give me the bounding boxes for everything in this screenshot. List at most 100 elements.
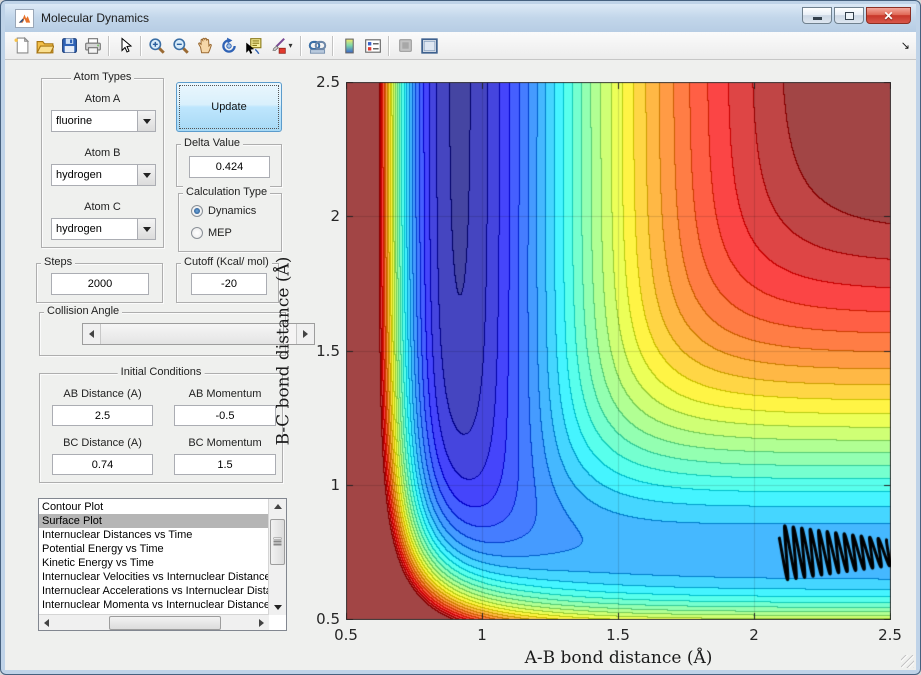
list-item[interactable]: Internuclear Velocities vs Internuclear …: [39, 570, 269, 584]
x-axis-label: A-B bond distance (Å): [346, 648, 891, 668]
radio-dynamics-label: Dynamics: [208, 205, 256, 217]
radio-mep[interactable]: MEP: [191, 227, 232, 239]
close-icon: ✕: [883, 10, 893, 22]
chevron-down-icon: [143, 173, 151, 178]
atom-a-value: fluorine: [52, 115, 137, 127]
bc-distance-field[interactable]: [52, 454, 153, 475]
toolbar-separator: [332, 36, 334, 56]
panel-title: Initial Conditions: [118, 366, 205, 378]
slider-thumb[interactable]: [101, 324, 284, 344]
open-folder-icon: [36, 37, 54, 55]
scroll-left-button[interactable]: [39, 615, 54, 630]
insert-legend-button[interactable]: [361, 34, 385, 58]
calculation-type-panel: Calculation Type Dynamics MEP: [178, 193, 282, 252]
rotate-3d-button[interactable]: [217, 34, 241, 58]
delta-value-field[interactable]: [189, 156, 270, 178]
horizontal-scrollbar[interactable]: [39, 614, 269, 630]
list-item[interactable]: Internuclear Distances vs Time: [39, 528, 269, 542]
bc-momentum-field[interactable]: [174, 454, 276, 475]
new-document-icon: [13, 37, 30, 54]
x-tick-label: 1: [462, 626, 502, 644]
y-tick-label: 1.5: [300, 342, 340, 360]
list-item[interactable]: Internuclear Momenta vs Internuclear Dis…: [39, 598, 269, 612]
x-tick-label: 0.5: [326, 626, 366, 644]
maximize-button[interactable]: [834, 7, 864, 24]
matlab-logo-icon: [18, 12, 31, 25]
atom-c-select[interactable]: hydrogen: [51, 218, 156, 240]
insert-colorbar-button[interactable]: [337, 34, 361, 58]
y-tick-label: 2: [300, 207, 340, 225]
figure-toolbar: ▾: [5, 32, 916, 60]
toolbar-separator: [388, 36, 390, 56]
steps-panel: Steps: [36, 263, 163, 303]
toolbar-separator: [300, 36, 302, 56]
list-item[interactable]: Kinetic Energy vs Time: [39, 556, 269, 570]
link-plot-button[interactable]: [305, 34, 329, 58]
title-bar[interactable]: Molecular Dynamics ✕: [5, 4, 916, 32]
brush-dropdown-caret-icon[interactable]: ▾: [288, 41, 292, 50]
chevron-down-icon: [143, 119, 151, 124]
horizontal-scroll-track[interactable]: [54, 615, 254, 630]
panel-title: Delta Value: [181, 137, 243, 149]
dropdown-button[interactable]: [137, 219, 155, 239]
brush-tool-button[interactable]: ▾: [265, 34, 297, 58]
pointer-tool-button[interactable]: [113, 34, 137, 58]
collision-angle-panel: Collision Angle: [39, 312, 286, 356]
list-item[interactable]: Surface Plot: [39, 514, 269, 528]
list-item[interactable]: Contour Plot: [39, 500, 269, 514]
steps-field[interactable]: [51, 273, 149, 295]
app-window: Molecular Dynamics ✕: [0, 0, 921, 675]
open-file-button[interactable]: [33, 34, 57, 58]
dropdown-button[interactable]: [137, 165, 155, 185]
radio-mep-label: MEP: [208, 227, 232, 239]
print-button[interactable]: [81, 34, 105, 58]
data-cursor-button[interactable]: [241, 34, 265, 58]
cutoff-field[interactable]: [191, 273, 267, 295]
toolbar-overflow-icon[interactable]: ↘: [901, 39, 910, 52]
printer-icon: [84, 37, 102, 55]
zoom-out-button[interactable]: [169, 34, 193, 58]
close-button[interactable]: ✕: [866, 7, 911, 24]
figure-canvas-area: Atom Types Atom A fluorine Atom B hydrog…: [5, 60, 916, 670]
contour-plot-canvas[interactable]: [346, 82, 891, 620]
panel-title: Atom Types: [71, 71, 135, 83]
update-button[interactable]: Update: [176, 82, 282, 132]
show-plot-tools-dock-button[interactable]: [417, 34, 441, 58]
atom-b-select[interactable]: hydrogen: [51, 164, 156, 186]
initial-conditions-panel: Initial Conditions AB Distance (A) AB Mo…: [39, 373, 283, 483]
new-figure-button[interactable]: [9, 34, 33, 58]
hide-plot-tools-button[interactable]: [393, 34, 417, 58]
atom-a-label: Atom A: [42, 93, 163, 105]
scroll-right-button[interactable]: [254, 615, 269, 630]
list-item[interactable]: Potential Energy vs Time: [39, 542, 269, 556]
atom-c-label: Atom C: [42, 201, 163, 213]
save-floppy-icon: [61, 37, 78, 54]
y-tick-label: 0.5: [300, 610, 340, 628]
radio-dynamics[interactable]: Dynamics: [191, 205, 256, 217]
atom-b-value: hydrogen: [52, 169, 137, 181]
save-button[interactable]: [57, 34, 81, 58]
horizontal-scroll-thumb[interactable]: [109, 616, 221, 630]
pan-tool-button[interactable]: [193, 34, 217, 58]
ab-distance-field[interactable]: [52, 405, 153, 426]
minimize-button[interactable]: [802, 7, 832, 24]
plot-type-listbox[interactable]: Contour PlotSurface PlotInternuclear Dis…: [38, 498, 287, 631]
dropdown-button[interactable]: [137, 111, 155, 131]
list-item[interactable]: Internuclear Accelerations vs Internucle…: [39, 584, 269, 598]
x-tick-label: 2.5: [870, 626, 910, 644]
ab-momentum-field[interactable]: [174, 405, 276, 426]
minimize-icon: [813, 17, 822, 20]
slider-left-arrow-button[interactable]: [83, 324, 101, 344]
panel-title: Cutoff (Kcal/ mol): [181, 256, 272, 268]
arrow-left-icon: [44, 619, 49, 627]
pointer-arrow-icon: [117, 37, 133, 54]
zoom-in-button[interactable]: [145, 34, 169, 58]
rotate-3d-icon: [220, 37, 238, 55]
window-title: Molecular Dynamics: [41, 11, 149, 25]
atom-a-select[interactable]: fluorine: [51, 110, 156, 132]
y-tick-label: 2.5: [300, 73, 340, 91]
hide-plot-tools-icon: [397, 37, 414, 54]
resize-grip[interactable]: [901, 655, 914, 668]
radio-button-icon[interactable]: [191, 227, 203, 239]
radio-button-icon[interactable]: [191, 205, 203, 217]
